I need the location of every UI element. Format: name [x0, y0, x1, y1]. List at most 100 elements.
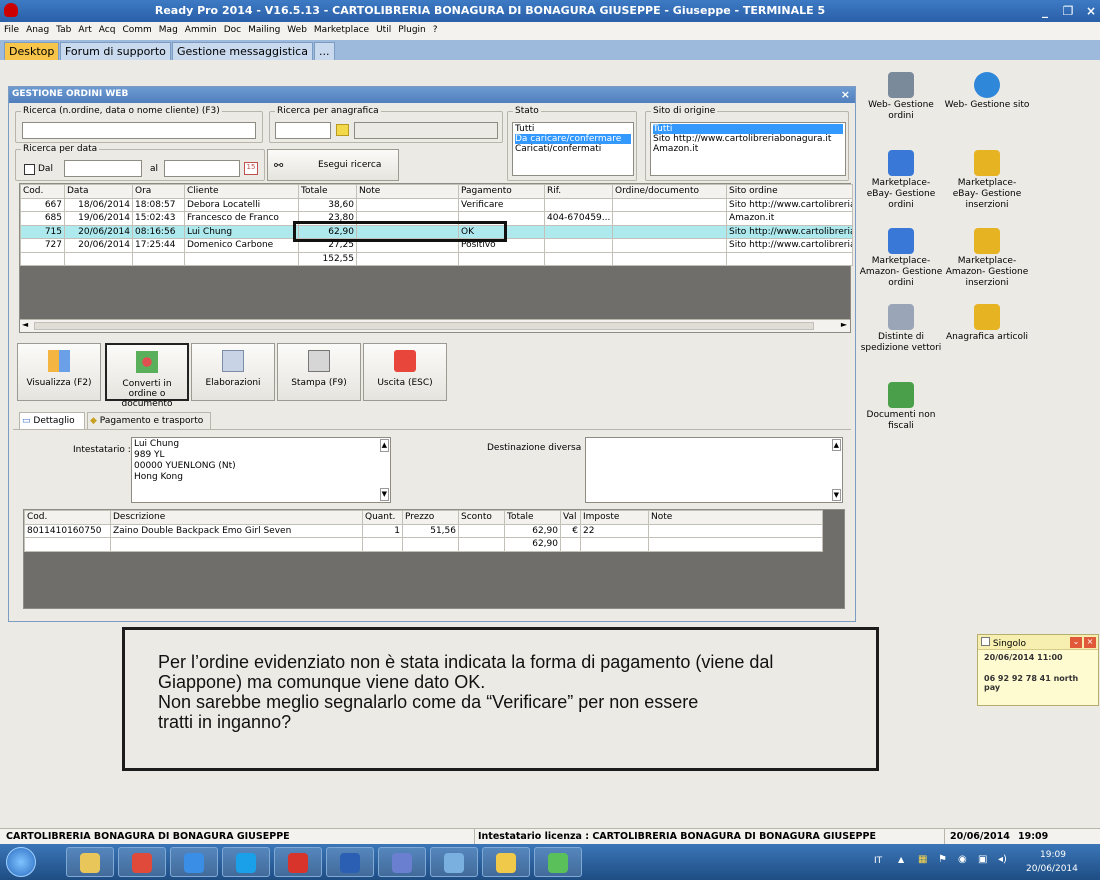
search-input[interactable] — [22, 122, 256, 139]
menu-doc[interactable]: Doc — [220, 22, 244, 35]
visualizza-button[interactable]: Visualizza (F2) — [17, 343, 101, 401]
chevron-down-icon[interactable]: ⌄ — [1070, 637, 1082, 648]
run-search-button[interactable]: ⚯ Esegui ricerca — [267, 149, 399, 181]
scroll-down-icon[interactable]: ▼ — [831, 489, 841, 501]
items-column-header[interactable]: Totale — [504, 510, 561, 525]
orders-column-header[interactable]: Cliente — [184, 184, 299, 199]
taskbar-folder-button[interactable] — [482, 847, 530, 877]
menu-anag[interactable]: Anag — [22, 22, 52, 35]
stato-option[interactable]: Caricati/confermati — [515, 144, 631, 154]
tab-dettaglio[interactable]: ▭ Dettaglio — [19, 412, 85, 430]
network-icon[interactable]: ▣ — [978, 854, 987, 865]
items-column-header[interactable]: Descrizione — [110, 510, 363, 525]
close-icon[interactable]: × — [1084, 637, 1096, 648]
stampa-button[interactable]: Stampa (F9) — [277, 343, 361, 401]
orders-column-header[interactable]: Data — [64, 184, 133, 199]
flag-icon[interactable]: ⚑ — [938, 854, 947, 865]
convert-button[interactable]: Converti in ordine o documento — [105, 343, 189, 409]
taskbar-app-button[interactable] — [378, 847, 426, 877]
stato-option[interactable]: Tutti — [515, 124, 631, 134]
desktop-icon[interactable]: Anagrafica articoli — [944, 304, 1030, 343]
desktop-icon[interactable]: Marketplace- eBay- Gestione inserzioni — [944, 150, 1030, 211]
taskbar-word-button[interactable] — [326, 847, 374, 877]
orders-column-header[interactable]: Ordine/documento — [612, 184, 727, 199]
table-row[interactable]: 8011410160750 Zaino Double Backpack Emo G… — [24, 523, 823, 538]
orders-column-header[interactable]: Ora — [132, 184, 185, 199]
items-column-header[interactable]: Sconto — [458, 510, 505, 525]
folder-icon[interactable] — [336, 124, 349, 136]
start-button[interactable] — [6, 847, 36, 877]
tab-messaggistica[interactable]: Gestione messaggistica — [172, 42, 313, 60]
desktop-icon[interactable]: Web- Gestione ordini — [858, 72, 944, 122]
tab-forum[interactable]: Forum di supporto — [60, 42, 171, 60]
scroll-left-icon[interactable]: ◄ — [22, 320, 28, 329]
menu-util[interactable]: Util — [372, 22, 394, 35]
maximize-button[interactable]: ❐ — [1057, 2, 1079, 20]
taskbar-camera-button[interactable] — [430, 847, 478, 877]
orders-column-header[interactable]: Rif. — [544, 184, 613, 199]
orders-column-header[interactable]: Cod. — [20, 184, 65, 199]
items-column-header[interactable]: Quant. — [362, 510, 403, 525]
taskbar-ie-button[interactable] — [170, 847, 218, 877]
close-icon[interactable]: × — [841, 88, 850, 101]
tab-desktop[interactable]: Desktop — [4, 42, 60, 60]
menu-acq[interactable]: Acq — [95, 22, 119, 35]
close-button[interactable]: × — [1080, 2, 1100, 20]
registry-code-input[interactable] — [275, 122, 331, 139]
items-column-header[interactable]: Imposte — [580, 510, 649, 525]
menu-file[interactable]: File — [0, 22, 22, 35]
language-indicator[interactable]: IT — [874, 856, 882, 866]
desktop-icon[interactable]: Documenti non fiscali — [858, 382, 944, 432]
stato-list[interactable]: Tutti Da caricare/confermare Caricati/co… — [512, 122, 634, 176]
dal-checkbox[interactable] — [24, 164, 35, 175]
desktop-icon[interactable]: Marketplace- Amazon- Gestione ordini — [858, 228, 944, 289]
menu-marketplace[interactable]: Marketplace — [310, 22, 372, 35]
date-to-input[interactable] — [164, 160, 240, 177]
taskbar-chrome-button[interactable] — [118, 847, 166, 877]
menu-plugin[interactable]: Plugin — [394, 22, 429, 35]
menu-mag[interactable]: Mag — [155, 22, 181, 35]
taskbar-green-app-button[interactable] — [534, 847, 582, 877]
calendar-icon[interactable]: 15 — [244, 162, 258, 175]
date-from-input[interactable] — [64, 160, 142, 177]
intestatario-box[interactable]: Lui Chung 989 YL 00000 YUENLONG (Nt) Hon… — [131, 437, 391, 503]
orders-column-header[interactable]: Note — [356, 184, 459, 199]
taskbar-readypro-button[interactable] — [274, 847, 322, 877]
origin-option-selected[interactable]: Tutti — [653, 124, 843, 134]
reminder-popup[interactable]: Singolo ⌄ × 20/06/2014 11:00 06 92 92 78… — [977, 634, 1099, 706]
tab-more[interactable]: ... — [314, 42, 335, 60]
uscita-button[interactable]: Uscita (ESC) — [363, 343, 447, 401]
clock-date[interactable]: 20/06/2014 — [1026, 864, 1078, 874]
menu-tab[interactable]: Tab — [52, 22, 74, 35]
tray-app-icon[interactable]: ▦ — [918, 854, 927, 865]
scroll-up-icon[interactable]: ▲ — [831, 439, 841, 451]
menu-art[interactable]: Art — [74, 22, 94, 35]
tab-pagamento[interactable]: ◆ Pagamento e trasporto — [87, 412, 211, 430]
scroll-up-icon[interactable]: ▲ — [379, 439, 389, 452]
menu-help[interactable]: ? — [429, 22, 441, 35]
taskbar-explorer-button[interactable] — [66, 847, 114, 877]
minimize-button[interactable]: _ — [1034, 2, 1056, 20]
origin-option[interactable]: Sito http://www.cartolibreriabonagura.it — [653, 134, 843, 144]
clock-time[interactable]: 19:09 — [1040, 850, 1066, 860]
scroll-thumb[interactable] — [34, 322, 814, 330]
menu-web[interactable]: Web — [283, 22, 310, 35]
origin-option[interactable]: Amazon.it — [653, 144, 843, 154]
items-column-header[interactable]: Prezzo — [402, 510, 459, 525]
orders-column-header[interactable]: Sito ordine — [726, 184, 853, 199]
orders-column-header[interactable]: Pagamento — [458, 184, 545, 199]
menu-ammin[interactable]: Ammin — [181, 22, 220, 35]
desktop-icon[interactable]: Distinte di spedizione vettori — [858, 304, 944, 354]
items-column-header[interactable]: Val — [560, 510, 581, 525]
volume-icon[interactable]: ◂) — [998, 854, 1007, 865]
scroll-right-icon[interactable]: ► — [841, 320, 847, 329]
destinazione-box[interactable]: ▲ ▼ — [585, 437, 843, 503]
stato-option-selected[interactable]: Da caricare/confermare — [515, 134, 631, 144]
menu-mailing[interactable]: Mailing — [244, 22, 283, 35]
elaborazioni-button[interactable]: Elaborazioni — [191, 343, 275, 401]
items-column-header[interactable]: Cod. — [24, 510, 111, 525]
taskbar-skype-button[interactable] — [222, 847, 270, 877]
sync-icon[interactable]: ◉ — [958, 854, 967, 865]
orders-horizontal-scrollbar[interactable]: ◄ ► — [20, 319, 850, 332]
desktop-icon[interactable]: Marketplace- eBay- Gestione ordini — [858, 150, 944, 211]
